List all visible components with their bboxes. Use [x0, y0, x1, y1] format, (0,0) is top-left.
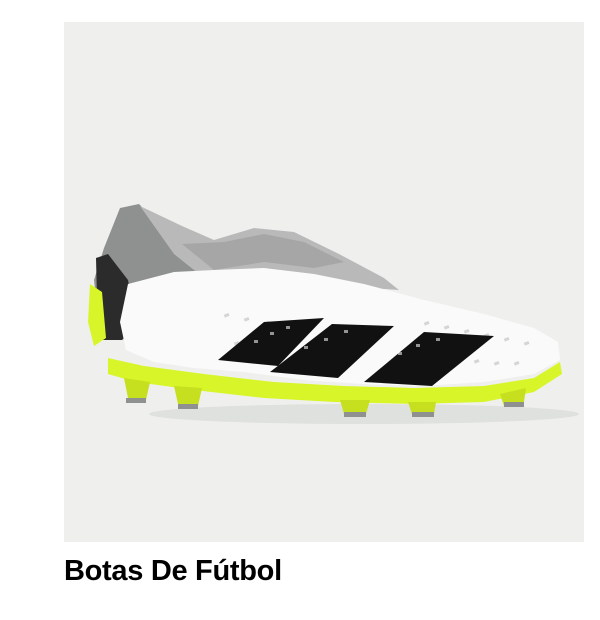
product-card-link[interactable]: Botas De Fútbol: [64, 22, 584, 588]
product-title[interactable]: Botas De Fútbol: [64, 554, 584, 588]
football-boot-image: [88, 204, 579, 424]
product-image[interactable]: [64, 22, 584, 542]
